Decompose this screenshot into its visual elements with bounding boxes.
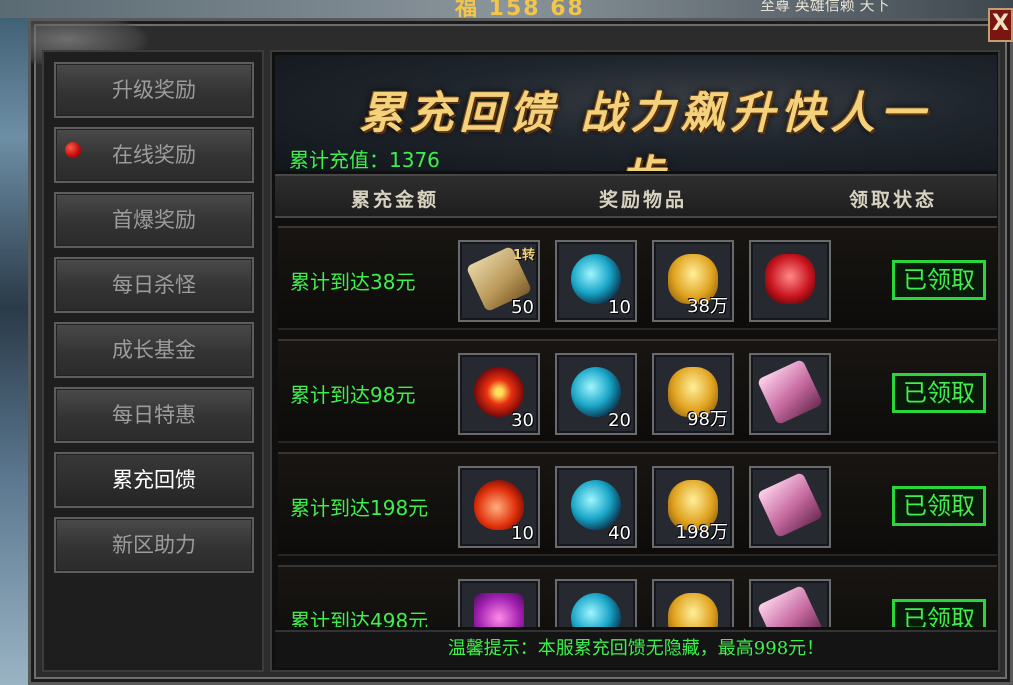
claimed-button[interactable]: 已领取 — [892, 486, 986, 526]
sidebar-item-label: 累充回馈 — [112, 468, 196, 492]
total-recharge: 累计充值：1376 — [289, 148, 440, 171]
header-items: 奖励物品 — [599, 189, 688, 211]
game-scene-top: 福 158 68 至尊 英雄信赖 天下 — [0, 0, 1013, 21]
tip-bar: 温馨提示：本服累充回馈无隐藏，最高998元！ — [275, 630, 997, 668]
sidebar-item-label: 新区助力 — [112, 533, 196, 557]
item-count: 20 — [608, 410, 631, 431]
reward-slot[interactable]: 98万 — [652, 353, 734, 435]
header-status: 领取状态 — [849, 189, 938, 211]
item-count: 198万 — [675, 522, 728, 543]
gold-ingot-icon — [668, 593, 718, 627]
sidebar-item-online-reward[interactable]: 在线奖励 — [54, 127, 254, 183]
item-count: 98万 — [687, 409, 728, 430]
reward-slot[interactable] — [652, 579, 734, 627]
reward-slot[interactable] — [749, 466, 831, 548]
reward-slot[interactable]: 198万 — [652, 466, 734, 548]
sidebar: 升级奖励 在线奖励 首爆奖励 每日杀怪 成长基金 每日特惠 累充回馈 新区助力 — [42, 50, 264, 672]
header-amount: 累充金额 — [351, 189, 440, 211]
sidebar-item-label: 成长基金 — [112, 338, 196, 362]
item-count: 40 — [608, 523, 631, 544]
sidebar-item-label: 每日特惠 — [112, 403, 196, 427]
table-row: 累计到达98元 30 20 98万 已领取 — [278, 339, 997, 443]
table-header: 累充金额 奖励物品 领取状态 — [275, 174, 997, 218]
reward-slot[interactable] — [749, 240, 831, 322]
sidebar-item-upgrade-reward[interactable]: 升级奖励 — [54, 62, 254, 118]
item-count: 38万 — [687, 296, 728, 317]
reward-list[interactable]: 累计到达38元 1转 50 10 38万 已领取 累计到达98元 30 20 98… — [275, 222, 997, 627]
item-tag: 1转 — [512, 248, 535, 263]
tier-label: 累计到达498元 — [290, 609, 429, 627]
claimed-button[interactable]: 已领取 — [892, 599, 986, 627]
reward-slot[interactable]: 40 — [555, 466, 637, 548]
claimed-button[interactable]: 已领取 — [892, 260, 986, 300]
sidebar-item-new-server-boost[interactable]: 新区助力 — [54, 517, 254, 573]
sidebar-item-label: 首爆奖励 — [112, 208, 196, 232]
table-row: 累计到达498元 已领取 — [278, 565, 997, 627]
pink-scroll-icon — [756, 358, 824, 426]
reward-slot[interactable]: 38万 — [652, 240, 734, 322]
reward-slot[interactable]: 10 — [458, 466, 540, 548]
table-row: 累计到达198元 10 40 198万 已领取 — [278, 452, 997, 556]
sidebar-item-daily-deal[interactable]: 每日特惠 — [54, 387, 254, 443]
tier-label: 累计到达98元 — [290, 383, 416, 407]
reward-slot[interactable]: 30 — [458, 353, 540, 435]
reward-slot[interactable] — [555, 579, 637, 627]
spirit-orb-icon — [571, 593, 621, 627]
content-panel: 累充回馈 战力飙升快人一步 累计充值：1376 累充金额 奖励物品 领取状态 累… — [270, 50, 1000, 672]
sidebar-item-label: 在线奖励 — [112, 143, 196, 167]
reward-slot[interactable] — [749, 353, 831, 435]
top-right-fragment: 至尊 英雄信赖 天下 — [760, 0, 890, 14]
item-count: 10 — [608, 297, 631, 318]
banner: 累充回馈 战力飙升快人一步 累计充值：1376 — [275, 55, 997, 171]
sidebar-item-first-drop-reward[interactable]: 首爆奖励 — [54, 192, 254, 248]
gift-box-icon — [474, 593, 524, 627]
reward-slot[interactable] — [749, 579, 831, 627]
pink-scroll-icon — [756, 471, 824, 539]
notification-dot-icon — [65, 142, 81, 158]
item-count: 30 — [511, 410, 534, 431]
sidebar-item-recharge-rebate[interactable]: 累充回馈 — [54, 452, 254, 508]
tier-label: 累计到达198元 — [290, 496, 429, 520]
sidebar-item-growth-fund[interactable]: 成长基金 — [54, 322, 254, 378]
sidebar-item-label: 升级奖励 — [112, 78, 196, 102]
sidebar-item-daily-kill[interactable]: 每日杀怪 — [54, 257, 254, 313]
item-count: 10 — [511, 523, 534, 544]
sidebar-item-label: 每日杀怪 — [112, 273, 196, 297]
reward-slot[interactable] — [458, 579, 540, 627]
reward-slot[interactable]: 10 — [555, 240, 637, 322]
table-row: 累计到达38元 1转 50 10 38万 已领取 — [278, 226, 997, 330]
close-button[interactable]: X — [988, 8, 1013, 42]
claimed-button[interactable]: 已领取 — [892, 373, 986, 413]
treasure-bag-icon — [765, 254, 815, 304]
item-count: 50 — [511, 297, 534, 318]
tier-label: 累计到达38元 — [290, 270, 416, 294]
reward-slot[interactable]: 1转 50 — [458, 240, 540, 322]
pink-scroll-icon — [756, 584, 824, 627]
reward-slot[interactable]: 20 — [555, 353, 637, 435]
